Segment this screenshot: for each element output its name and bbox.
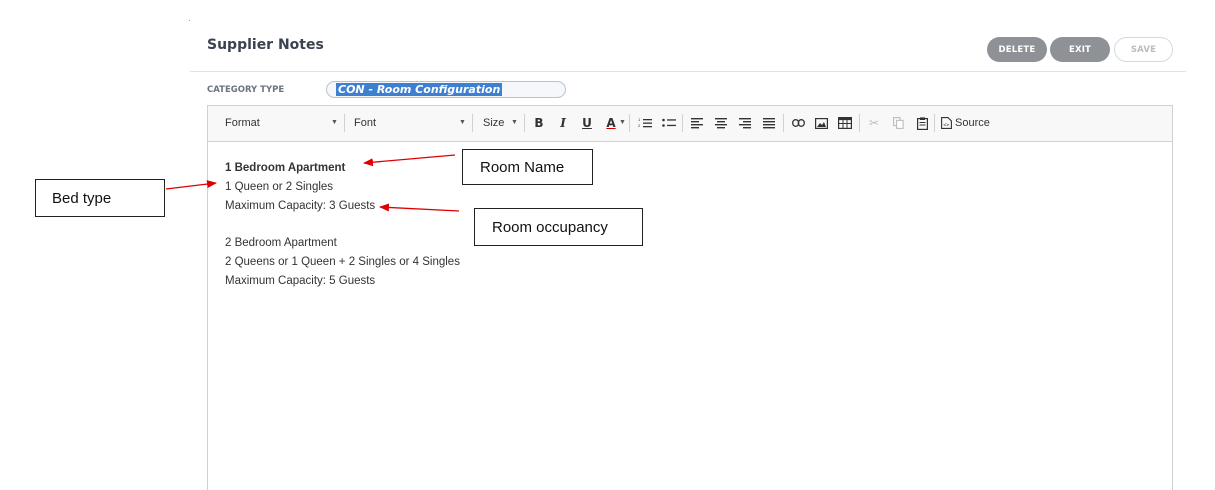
bulleted-list-icon[interactable]: [661, 115, 677, 131]
link-icon[interactable]: [790, 115, 806, 131]
source-icon[interactable]: <>: [938, 115, 954, 131]
room-name-line: 2 Bedroom Apartment: [225, 237, 337, 249]
category-type-label: CATEGORY TYPE: [207, 85, 285, 95]
align-left-icon[interactable]: [689, 115, 705, 131]
room-name-line: 1 Bedroom Apartment: [225, 162, 346, 174]
paste-icon[interactable]: [914, 115, 930, 131]
bed-type-callout: Bed type: [35, 179, 165, 217]
toolbar-separator: [682, 114, 683, 132]
svg-text:1: 1: [638, 117, 641, 122]
delete-button[interactable]: DELETE: [987, 37, 1047, 62]
toolbar-separator: [524, 114, 525, 132]
category-type-value: CON - Room Configuration: [336, 83, 503, 96]
page-title: Supplier Notes: [207, 37, 324, 53]
occupancy-line: Maximum Capacity: 5 Guests: [225, 275, 376, 287]
save-button[interactable]: SAVE: [1114, 37, 1173, 62]
underline-icon[interactable]: U: [579, 115, 595, 131]
font-dropdown-icon[interactable]: ▼: [459, 116, 466, 130]
align-center-icon[interactable]: [713, 115, 729, 131]
table-icon[interactable]: [837, 115, 853, 131]
room-occupancy-callout: Room occupancy: [474, 208, 643, 246]
image-icon[interactable]: [813, 115, 829, 131]
bed-type-line: 1 Queen or 2 Singles: [225, 181, 334, 193]
category-type-select[interactable]: CON - Room Configuration: [326, 81, 566, 98]
bold-icon[interactable]: B: [531, 115, 547, 131]
rich-text-editor: Format ▼ Font ▼ Size ▼ B I U A ▼ 12 ✂ <>…: [207, 105, 1173, 490]
align-right-icon[interactable]: [737, 115, 753, 131]
svg-text:2: 2: [638, 123, 641, 128]
toolbar-separator: [472, 114, 473, 132]
format-dropdown-icon[interactable]: ▼: [331, 116, 338, 130]
copy-icon[interactable]: [890, 115, 906, 131]
italic-icon[interactable]: I: [555, 115, 571, 131]
header-divider: [190, 71, 1186, 72]
format-combo[interactable]: Format: [225, 116, 260, 130]
size-dropdown-icon[interactable]: ▼: [511, 116, 518, 130]
text-color-dropdown-icon[interactable]: ▼: [619, 116, 626, 130]
justify-icon[interactable]: [761, 115, 777, 131]
toolbar-separator: [859, 114, 860, 132]
toolbar-separator: [629, 114, 630, 132]
exit-button[interactable]: EXIT: [1050, 37, 1110, 62]
editor-toolbar: Format ▼ Font ▼ Size ▼ B I U A ▼ 12 ✂ <>…: [208, 106, 1172, 142]
room-name-callout: Room Name: [462, 149, 593, 185]
cut-icon[interactable]: ✂: [866, 115, 882, 131]
stray-dot: [189, 20, 190, 21]
source-button[interactable]: Source: [955, 116, 990, 130]
toolbar-separator: [783, 114, 784, 132]
svg-text:<>: <>: [943, 122, 949, 128]
toolbar-separator: [934, 114, 935, 132]
size-combo[interactable]: Size: [483, 116, 504, 130]
font-combo[interactable]: Font: [354, 116, 376, 130]
bed-type-line: 2 Queens or 1 Queen + 2 Singles or 4 Sin…: [225, 256, 460, 268]
numbered-list-icon[interactable]: 12: [637, 115, 653, 131]
toolbar-separator: [344, 114, 345, 132]
text-color-icon[interactable]: A: [603, 115, 619, 131]
occupancy-line: Maximum Capacity: 3 Guests: [225, 200, 376, 212]
